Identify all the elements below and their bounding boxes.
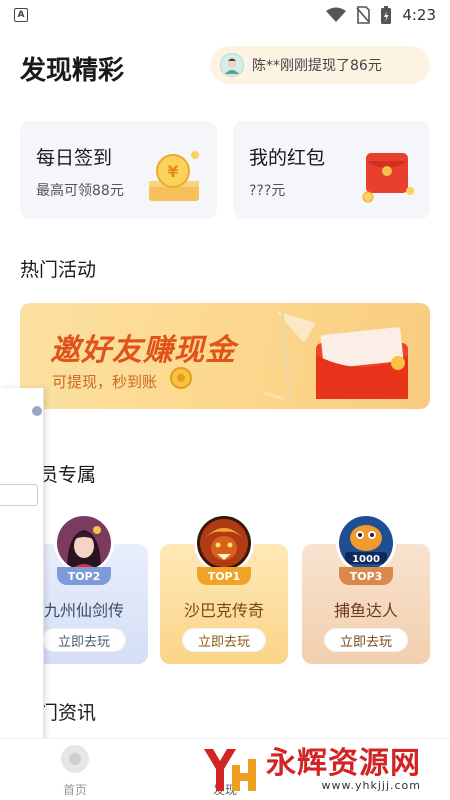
mini-input-field[interactable] [0, 484, 38, 506]
watermark-brand: 永辉资源网 [266, 745, 421, 781]
game-icon-shabake[interactable] [194, 513, 254, 573]
rank-badge: TOP2 [57, 567, 111, 585]
invite-friends-banner[interactable]: 邀好友赚现金 可提现，秒到账 [20, 303, 430, 409]
play-now-button[interactable]: 立即去玩 [324, 628, 408, 652]
dragon-portrait-icon [197, 516, 251, 570]
watermark: 永辉资源网 www.yhkjjj.com [200, 742, 440, 798]
rank-badge: TOP1 [197, 567, 251, 585]
game-name: 捕鱼达人 [333, 601, 398, 620]
no-sim-icon [356, 6, 371, 24]
game-name: 沙巴克传奇 [183, 601, 264, 620]
page-title: 发现精彩 [20, 56, 125, 86]
section-title-hot-activities: 热门活动 [20, 259, 97, 281]
withdraw-ticker[interactable]: 陈**刚刚提现了86元 [210, 46, 430, 84]
app-notification-icon: A [14, 8, 28, 22]
red-packet-card[interactable]: 我的红包 ???元 [233, 121, 430, 219]
battery-charging-icon [381, 6, 392, 24]
game-icon-buyu[interactable]: 1000 [336, 513, 396, 573]
wifi-icon [326, 7, 347, 22]
banner-subtitle: 可提现，秒到账 [52, 373, 158, 391]
help-icon[interactable] [32, 406, 42, 416]
play-now-button[interactable]: 立即去玩 [42, 628, 126, 652]
daily-signin-card[interactable]: 每日签到 最高可领88元 ¥ [20, 121, 217, 219]
nav-item-home[interactable]: 首页 [40, 745, 110, 798]
banner-title: 邀好友赚现金 [50, 333, 236, 368]
avatar [220, 53, 244, 77]
clock: 4:23 [402, 6, 436, 24]
red-envelope-illustration [263, 308, 408, 402]
rank-badge: TOP3 [339, 567, 393, 585]
nav-label-home: 首页 [62, 783, 87, 797]
status-bar: A 4:23 [0, 0, 450, 30]
heroine-portrait-icon [57, 516, 111, 570]
svg-text:¥: ¥ [167, 162, 178, 181]
home-icon [61, 745, 89, 773]
fish-score-text: 1000 [352, 554, 380, 565]
ticker-text: 陈**刚刚提现了86元 [252, 58, 382, 74]
fish-portrait-icon: 1000 [339, 516, 393, 570]
red-envelope-icon [362, 153, 414, 203]
gold-coin-icon: ¥ [149, 151, 199, 201]
play-now-button[interactable]: 立即去玩 [182, 628, 266, 652]
yh-logo-icon [204, 749, 256, 791]
coin-icon [170, 367, 192, 389]
user-avatar-icon [225, 58, 239, 74]
game-icon-jiuzhou[interactable] [54, 513, 114, 573]
